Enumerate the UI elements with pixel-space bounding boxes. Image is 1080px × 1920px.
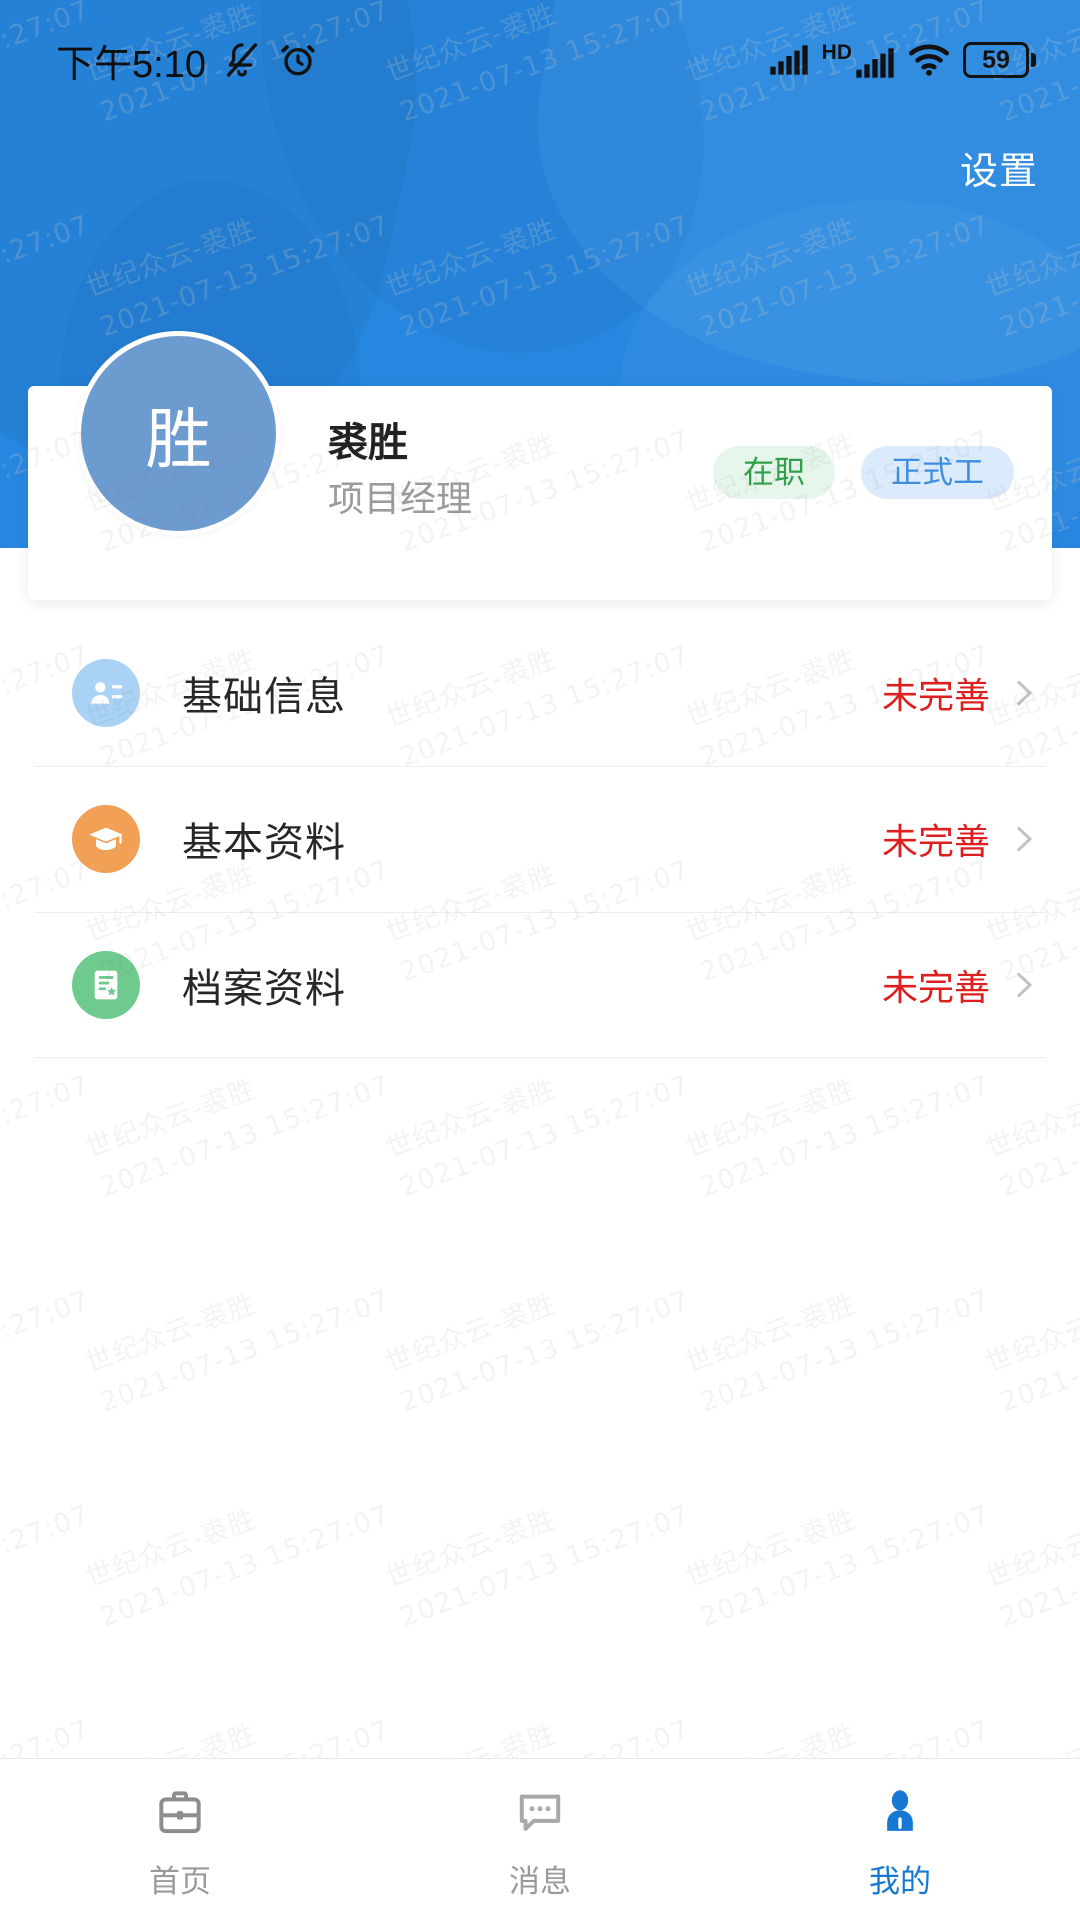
chat-bubble-icon bbox=[519, 1794, 561, 1831]
status-bar-clock: 下午5:10 bbox=[56, 43, 206, 86]
wifi-icon bbox=[908, 44, 950, 76]
nav-item-label: 消息 bbox=[509, 1864, 571, 1899]
status-badge: 未完善 bbox=[881, 967, 990, 1008]
watermark-text: 世纪众云-裘胜2021-07-13 15:27:07 bbox=[981, 1499, 1080, 1634]
profile-role: 项目经理 bbox=[328, 478, 473, 519]
watermark-text: 世纪众云-裘胜2021-07-13 15:27:07 bbox=[0, 1499, 94, 1633]
watermark-text: 世纪众云-裘胜2021-07-13 15:27:07 bbox=[0, 1284, 94, 1418]
signal-2-icon bbox=[856, 47, 894, 78]
watermark-text: 世纪众云-裘胜2021-07-13 15:27:07 bbox=[381, 1284, 694, 1419]
contact-card-icon bbox=[72, 659, 140, 727]
settings-button[interactable]: 设置 bbox=[960, 140, 1038, 195]
status-badge: 未完善 bbox=[881, 821, 990, 862]
nav-item-label: 首页 bbox=[149, 1864, 211, 1899]
watermark-text: 世纪众云-裘胜2021-07-13 15:27:07 bbox=[981, 1284, 1080, 1419]
menu-item-right: 未完善 bbox=[882, 667, 1040, 719]
menu-item-label: 基础信息 bbox=[182, 675, 346, 719]
menu-item-basic-profile[interactable]: 基本资料 未完善 bbox=[0, 766, 1080, 912]
graduation-cap-icon bbox=[72, 805, 140, 873]
watermark-text: 世纪众云-裘胜2021-07-13 15:27:07 bbox=[81, 1499, 394, 1634]
menu-item-label: 档案资料 bbox=[182, 967, 346, 1011]
document-star-icon bbox=[72, 951, 140, 1019]
status-bar-left: 下午5:10 bbox=[56, 33, 318, 88]
battery-level-label: 59 bbox=[982, 45, 1010, 74]
menu-item-right: 未完善 bbox=[882, 959, 1040, 1011]
alarm-icon bbox=[281, 45, 315, 76]
hd-icon: HD bbox=[821, 40, 852, 64]
profile-badges: 在职 正式工 bbox=[713, 446, 1014, 499]
menu-list: 基础信息 未完善 基本资料 未完善 档案资料 未完善 bbox=[0, 620, 1080, 1058]
status-bar-right: HD 59 bbox=[769, 42, 1036, 79]
watermark-text: 世纪众云-裘胜2021-07-13 15:27:07 bbox=[681, 1499, 994, 1634]
menu-item-label: 基本资料 bbox=[182, 821, 346, 865]
watermark-text: 世纪众云-裘胜2021-07-13 15:27:07 bbox=[681, 1284, 994, 1419]
nav-item-label: 我的 bbox=[869, 1864, 931, 1899]
chevron-right-icon bbox=[1017, 680, 1032, 706]
mute-icon bbox=[226, 43, 258, 77]
menu-item-basic-information[interactable]: 基础信息 未完善 bbox=[0, 620, 1080, 766]
status-badge-employment: 在职 bbox=[713, 446, 835, 499]
status-bar: 下午5:10 HD 59 bbox=[0, 0, 1080, 120]
avatar[interactable]: 胜 bbox=[76, 331, 281, 536]
status-badge: 未完善 bbox=[881, 675, 990, 716]
avatar-initial: 胜 bbox=[145, 401, 212, 476]
nav-item-messages[interactable]: 消息 bbox=[360, 1759, 720, 1920]
menu-item-right: 未完善 bbox=[882, 813, 1040, 865]
chevron-right-icon bbox=[1017, 972, 1032, 998]
nav-item-home[interactable]: 首页 bbox=[0, 1759, 360, 1920]
signal-icon bbox=[769, 45, 808, 75]
person-icon bbox=[887, 1790, 913, 1831]
profile-info: 裘胜 项目经理 bbox=[328, 420, 472, 519]
app-root: 世纪众云-裘胜2021-07-13 15:27:07世纪众云-裘胜2021-07… bbox=[0, 0, 1080, 1920]
profile-name: 裘胜 bbox=[328, 421, 408, 465]
nav-item-mine[interactable]: 我的 bbox=[720, 1759, 1080, 1920]
bottom-navigation: 首页 消息 我的 bbox=[0, 1758, 1080, 1920]
status-badge-contract: 正式工 bbox=[861, 446, 1014, 499]
chevron-right-icon bbox=[1017, 826, 1032, 852]
briefcase-icon bbox=[159, 1791, 201, 1834]
battery-icon: 59 bbox=[963, 42, 1036, 78]
watermark-text: 世纪众云-裘胜2021-07-13 15:27:07 bbox=[81, 1284, 394, 1419]
watermark-text: 世纪众云-裘胜2021-07-13 15:27:07 bbox=[381, 1499, 694, 1634]
menu-item-archive-profile[interactable]: 档案资料 未完善 bbox=[0, 912, 1080, 1058]
